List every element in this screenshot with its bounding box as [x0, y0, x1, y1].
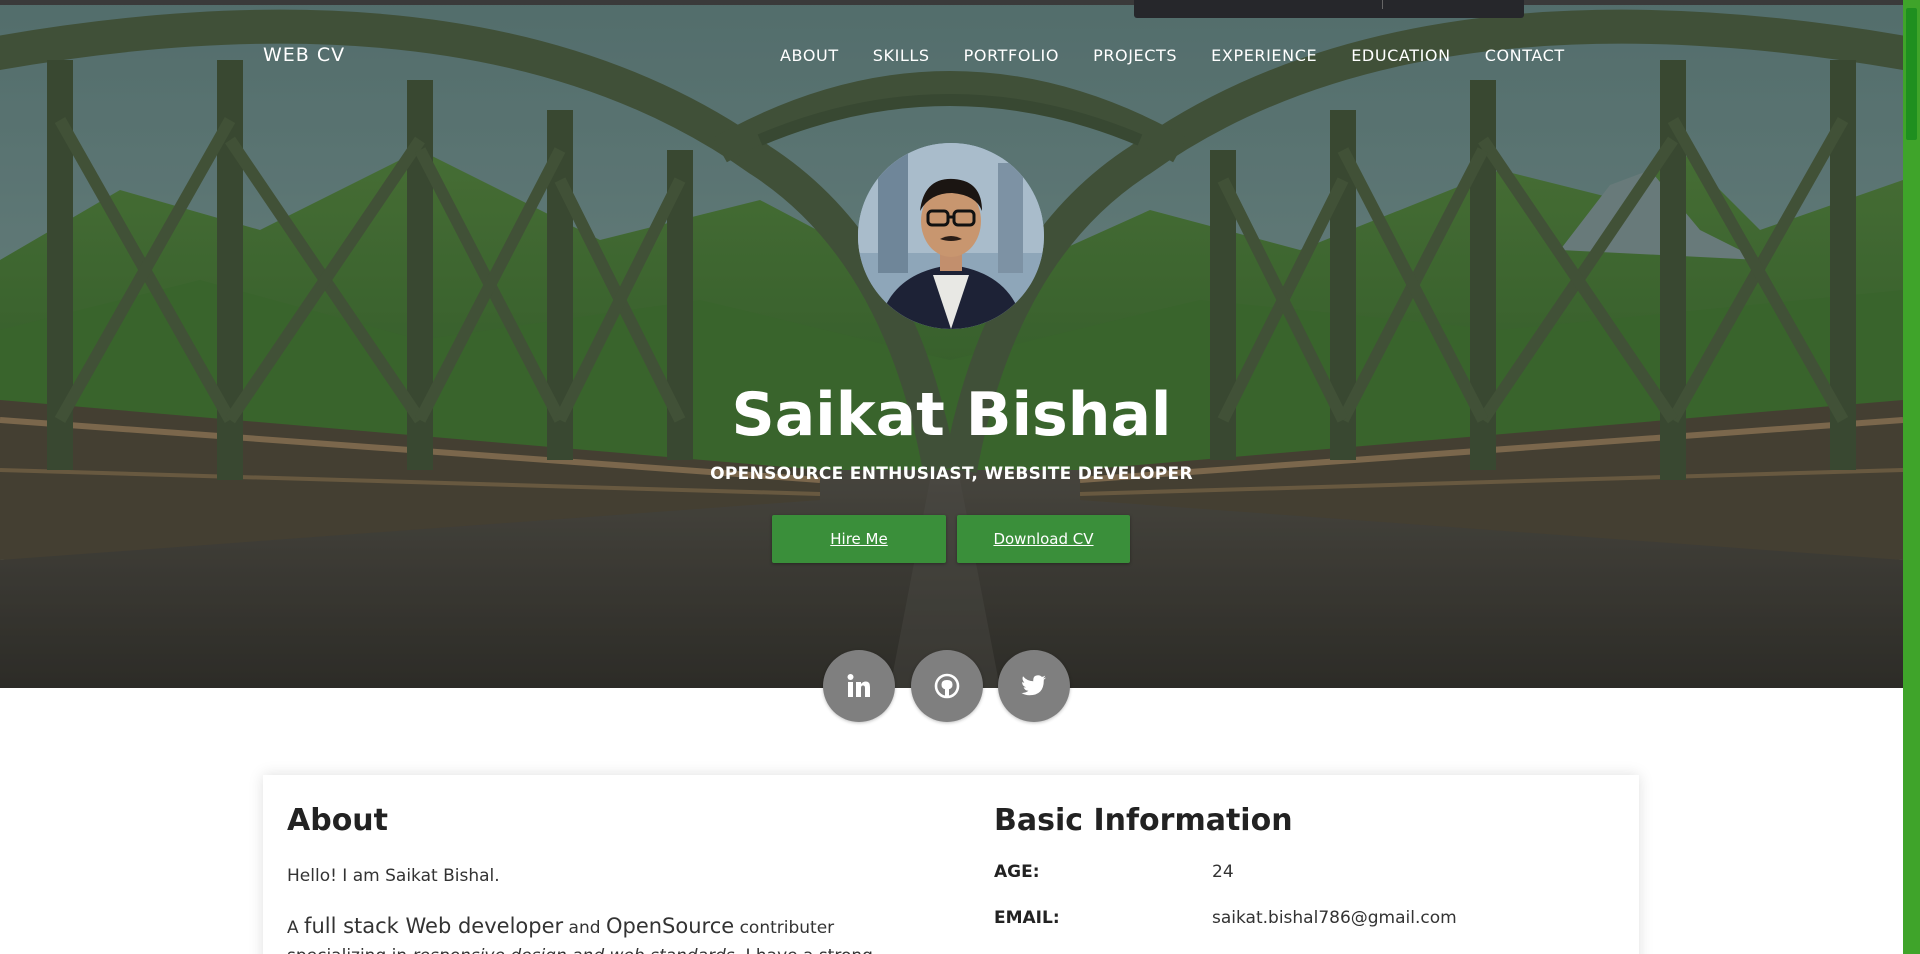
basic-info-title: Basic Information [994, 803, 1293, 838]
download-cv-button[interactable]: Download CV [957, 515, 1130, 563]
info-email-label: EMAIL: [994, 908, 1060, 928]
main-nav: ABOUT SKILLS PORTFOLIO PROJECTS EXPERIEN… [780, 46, 1565, 65]
about-card: About Hello! I am Saikat Bishal. A full … [263, 775, 1639, 954]
linkedin-icon [847, 674, 870, 697]
about-text-a: A [287, 918, 305, 938]
linkedin-button[interactable] [823, 650, 895, 722]
info-age-label: AGE: [994, 862, 1040, 882]
profile-avatar [858, 143, 1044, 329]
nav-projects[interactable]: PROJECTS [1093, 46, 1177, 65]
top-dropdown-tab[interactable] [1134, 0, 1524, 18]
nav-about[interactable]: ABOUT [780, 46, 839, 65]
about-text-contributer: contributer [734, 918, 835, 938]
info-email-value: saikat.bishal786@gmail.com [1212, 908, 1457, 928]
about-text-specializing: specializing in [287, 946, 413, 954]
nav-skills[interactable]: SKILLS [873, 46, 930, 65]
about-text-opensource: OpenSource [605, 914, 735, 938]
github-icon [934, 673, 960, 699]
profile-name: Saikat Bishal [731, 380, 1172, 450]
about-text-strong: . I have a strong [735, 946, 873, 954]
twitter-button[interactable] [998, 650, 1070, 722]
nav-education[interactable]: EDUCATION [1351, 46, 1450, 65]
profile-tagline: OPENSOURCE ENTHUSIAST, WEBSITE DEVELOPER [710, 464, 1193, 484]
about-text-role: full stack Web developer [304, 914, 564, 938]
hero-overlay [0, 0, 1903, 688]
hire-me-button[interactable]: Hire Me [772, 515, 946, 563]
about-text-and: and [563, 918, 606, 938]
about-greeting: Hello! I am Saikat Bishal. [287, 866, 500, 886]
hero-section: WEB CV ABOUT SKILLS PORTFOLIO PROJECTS E… [0, 0, 1903, 688]
nav-experience[interactable]: EXPERIENCE [1211, 46, 1317, 65]
page-scrollbar[interactable] [1903, 0, 1920, 954]
about-text-specialty: responsive design and web standards [413, 946, 735, 954]
twitter-icon [1021, 675, 1046, 696]
scrollbar-thumb[interactable] [1906, 8, 1917, 140]
about-description: A full stack Web developer and OpenSourc… [287, 912, 907, 954]
nav-contact[interactable]: CONTACT [1485, 46, 1565, 65]
about-title: About [287, 803, 389, 838]
info-age-value: 24 [1212, 862, 1234, 882]
brand-logo[interactable]: WEB CV [263, 44, 345, 66]
github-button[interactable] [911, 650, 983, 722]
profile-photo [858, 143, 1044, 329]
nav-portfolio[interactable]: PORTFOLIO [964, 46, 1059, 65]
window-top-bar [0, 0, 1903, 5]
